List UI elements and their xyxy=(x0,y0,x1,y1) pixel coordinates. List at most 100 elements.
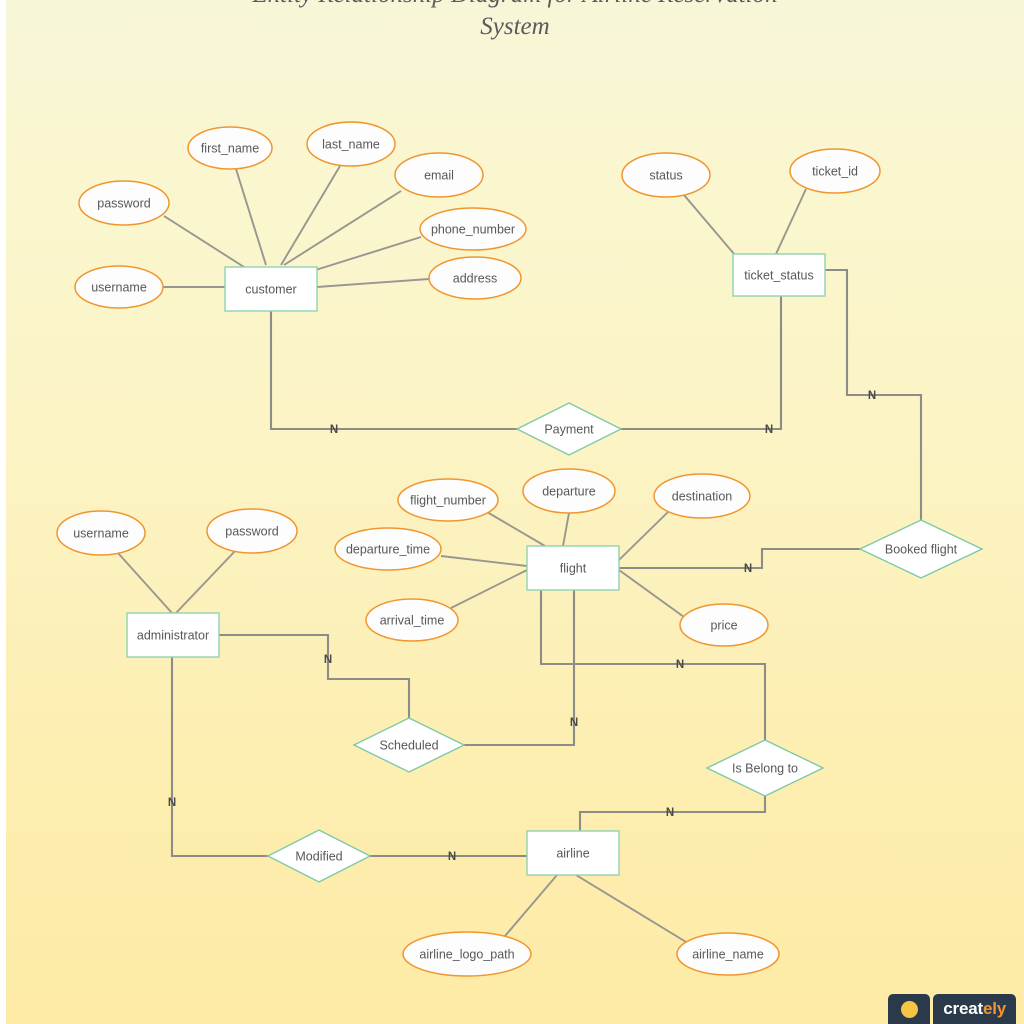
entity-flight[interactable]: flight xyxy=(526,545,620,591)
diagram-title: Entity Relationship Diagram for Airline … xyxy=(251,0,777,40)
conn-airline-name xyxy=(575,874,692,946)
entity-ticket_status[interactable]: ticket_status xyxy=(732,253,826,297)
conn-departure-flight xyxy=(562,512,570,547)
attribute-flight_departure_time[interactable]: departure_time xyxy=(334,527,442,571)
attribute-label: flight_number xyxy=(410,493,486,507)
attribute-cust_first_name[interactable]: first_name xyxy=(187,126,273,170)
card-flight-scheduled: N xyxy=(570,717,578,729)
attribute-flight_number[interactable]: flight_number xyxy=(397,478,499,522)
attribute-airline_logo_path[interactable]: airline_logo_path xyxy=(402,931,532,977)
circle-dot-icon xyxy=(900,1000,918,1018)
watermark-brand-part1: creat xyxy=(943,999,983,1018)
attribute-flight_departure[interactable]: departure xyxy=(522,468,616,514)
attribute-label: first_name xyxy=(201,141,259,155)
attribute-label: arrival_time xyxy=(380,613,445,627)
conn-flight-booked xyxy=(619,547,860,570)
attribute-cust_address[interactable]: address xyxy=(428,256,522,300)
attribute-flight_arrival_time[interactable]: arrival_time xyxy=(365,598,459,642)
attribute-admin_password[interactable]: password xyxy=(206,508,298,554)
diagram-title-line-2: System xyxy=(480,13,549,40)
card-ticketstatus-payment: N xyxy=(765,424,773,436)
entity-label: customer xyxy=(245,282,296,296)
card-ticketstatus-booked: N xyxy=(868,390,876,402)
conn-destination-flight xyxy=(618,511,669,561)
conn-admin-scheduled xyxy=(219,633,411,718)
relationship-is_belong_to[interactable]: Is Belong to xyxy=(705,739,825,797)
attribute-ts_ticket_id[interactable]: ticket_id xyxy=(789,148,881,194)
conn-departuretime-flight xyxy=(440,555,528,567)
watermark-logo-box xyxy=(888,994,931,1024)
conn-price-flight xyxy=(618,569,685,618)
attribute-label: username xyxy=(73,526,129,540)
conn-ticketstatus-payment xyxy=(621,296,783,431)
attribute-cust_phone_number[interactable]: phone_number xyxy=(419,207,527,251)
watermark-text-box: creately xyxy=(933,994,1016,1024)
attribute-label: status xyxy=(649,168,682,182)
attribute-label: phone_number xyxy=(431,222,515,236)
card-admin-scheduled: N xyxy=(324,654,332,666)
er-diagram-canvas: Entity Relationship Diagram for Airline … xyxy=(6,0,1024,1024)
creately-watermark[interactable]: creately xyxy=(888,994,1016,1024)
card-flight-belong: N xyxy=(676,659,684,671)
attribute-cust_email[interactable]: email xyxy=(394,152,484,198)
attribute-label: price xyxy=(710,618,737,632)
conn-ticketid-ticketstatus xyxy=(775,188,807,255)
attribute-ts_status[interactable]: status xyxy=(621,152,711,198)
entities-layer: customer ticket_statusflight administrator… xyxy=(126,253,826,876)
relationship-booked_flight[interactable]: Booked flight xyxy=(858,519,984,579)
card-airline-modified: N xyxy=(448,851,456,863)
attribute-label: airline_name xyxy=(692,947,764,961)
conn-lastname-customer xyxy=(280,165,341,266)
cardinality-labels-layer: N N N N N N N N N N xyxy=(168,390,876,863)
attribute-admin_username[interactable]: username xyxy=(56,510,146,556)
entity-label: ticket_status xyxy=(744,268,813,282)
relationship-label: Payment xyxy=(544,422,594,436)
attribute-label: username xyxy=(91,280,147,294)
attribute-label: password xyxy=(225,524,279,538)
screenshot-root: Entity Relationship Diagram for Airline … xyxy=(0,0,1024,1024)
relationship-label: Booked flight xyxy=(885,542,958,556)
attribute-label: password xyxy=(97,196,151,210)
relationship-label: Modified xyxy=(295,849,342,863)
conn-flight-scheduled xyxy=(464,590,576,747)
entity-label: administrator xyxy=(137,628,209,642)
conn-admin-modified xyxy=(170,657,268,858)
attribute-label: ticket_id xyxy=(812,164,858,178)
attribute-flight_price[interactable]: price xyxy=(679,603,769,647)
entity-customer[interactable]: customer xyxy=(224,266,318,312)
card-flight-booked: N xyxy=(744,563,752,575)
attributes-layer: password first_name last_nameemail phone_nu… xyxy=(56,121,881,977)
attribute-flight_destination[interactable]: destination xyxy=(653,473,751,519)
attribute-label: destination xyxy=(672,489,733,503)
entity-administrator[interactable]: administrator xyxy=(126,612,220,658)
relationships-layer: Payment Booked flight Scheduled Is Belong t… xyxy=(266,402,984,883)
attribute-label: airline_logo_path xyxy=(419,947,514,961)
diagram-title-line-1: Entity Relationship Diagram for Airline … xyxy=(251,0,777,8)
attribute-label: departure_time xyxy=(346,542,430,556)
conn-address-customer xyxy=(316,278,430,288)
relationship-modified[interactable]: Modified xyxy=(266,829,372,883)
attribute-label: email xyxy=(424,168,454,182)
conn-phone-customer xyxy=(305,236,422,274)
relationship-label: Scheduled xyxy=(379,738,438,752)
conn-firstname-customer xyxy=(235,168,267,266)
relationship-payment[interactable]: Payment xyxy=(515,402,623,456)
er-diagram-svg: Entity Relationship Diagram for Airline … xyxy=(56,0,984,977)
conn-adminusername-admin xyxy=(117,552,173,614)
card-admin-modified: N xyxy=(168,797,176,809)
conn-email-customer xyxy=(283,190,402,266)
attribute-cust_username[interactable]: username xyxy=(74,265,164,309)
attribute-cust_password[interactable]: password xyxy=(78,180,170,226)
entity-label: airline xyxy=(556,846,589,860)
conn-password-customer xyxy=(163,215,245,268)
entity-airline[interactable]: airline xyxy=(526,830,620,876)
attribute-label: last_name xyxy=(322,137,380,151)
conn-flightnumber-flight xyxy=(486,511,546,547)
conn-customer-payment xyxy=(269,311,517,431)
attribute-airline_name[interactable]: airline_name xyxy=(676,932,780,976)
watermark-brand-part2: ely xyxy=(982,999,1006,1018)
relationship-scheduled[interactable]: Scheduled xyxy=(352,717,466,773)
watermark-brand: creately xyxy=(943,999,1006,1019)
card-customer-payment: N xyxy=(330,424,338,436)
attribute-cust_last_name[interactable]: last_name xyxy=(306,121,396,167)
